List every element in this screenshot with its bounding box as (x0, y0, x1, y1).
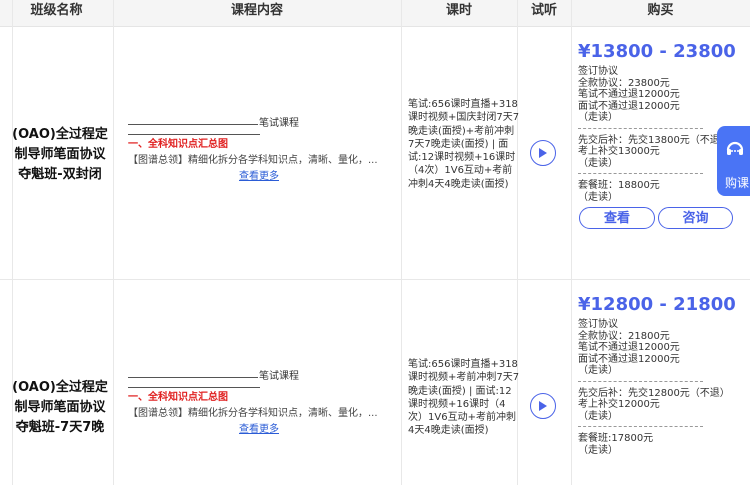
buy-actions: 查看 咨询 (578, 207, 750, 231)
content-heading: 一、全科知识点汇总图 (128, 139, 228, 150)
buy-text: 签订协议 (578, 66, 618, 77)
header-buy: 购买 (647, 3, 674, 18)
divider-line (128, 387, 260, 388)
class-name-line: 制导师笔面协议 (14, 147, 106, 162)
course-hours: 笔试:656课时直播+318课时视频+国庆封闭7天7晚走读(面授)+考前冲刺7天… (408, 99, 520, 190)
dashed-divider (578, 127, 703, 129)
content-title-row: 笔试课程 (128, 116, 390, 132)
buy-text: （走读） (578, 444, 618, 456)
grid-line (113, 0, 114, 485)
price-range: ¥12800 - 21800 (578, 294, 736, 315)
content-desc: 【图谱总领】精细化拆分各学科知识点，清晰、量化，... (128, 408, 378, 419)
class-name-line: 夺魁班-7天7晚 (15, 420, 105, 435)
buy-text: 面试不通过退12000元 (578, 100, 680, 112)
class-name: (OAO)全过程定 制导师笔面协议 夺魁班-7天7晚 (8, 378, 112, 438)
course-content: 笔试课程 一、全科知识点汇总图 【图谱总领】精细化拆分各学科知识点，清晰、量化，… (128, 116, 390, 185)
buy-text: 先交后补：先交12800元（不退） (578, 387, 730, 399)
course-hours: 笔试:656课时直播+318课时视频+考前冲刺7天7晚走读(面授) | 面试:1… (408, 359, 520, 437)
dashed-divider (578, 173, 703, 174)
headset-icon (726, 141, 744, 155)
divider-line (128, 124, 258, 125)
class-name-line: (OAO)全过程定 (12, 127, 108, 142)
buy-text: 全款协议：23800元 (578, 77, 670, 89)
buy-text: 全款协议：21800元 (578, 330, 670, 342)
header-hours: 课时 (445, 3, 472, 18)
buy-text: 签订协议 (578, 319, 618, 330)
buy-panel: ¥12800 - 21800 签订协议 全款协议：21800元 笔试不通过退12… (578, 294, 750, 456)
view-more-link[interactable]: 查看更多 (239, 424, 279, 435)
buy-text: 考上补交12000元 (578, 399, 660, 410)
buy-text: （走读） (578, 112, 618, 123)
buy-text: （走读） (578, 410, 618, 422)
class-name-line: 夺魁班-双封闭 (18, 167, 102, 182)
floating-buy-label: 购课 (725, 176, 750, 190)
header-class-name: 班级名称 (30, 3, 83, 18)
dashed-divider (578, 380, 703, 382)
play-trial-button[interactable] (530, 140, 556, 166)
class-name-line: (OAO)全过程定 (12, 380, 108, 395)
grid-line (401, 0, 402, 485)
buy-text: 笔试不通过退12000元 (578, 342, 680, 353)
content-title: 笔试课程 (259, 371, 299, 382)
buy-text: 套餐班:17800元 (578, 433, 654, 444)
view-button[interactable]: 查看 (579, 207, 655, 229)
consult-button[interactable]: 咨询 (658, 207, 733, 229)
grid-line (571, 0, 572, 485)
price-range: ¥13800 - 23800 (578, 41, 736, 62)
content-heading: 一、全科知识点汇总图 (128, 392, 228, 403)
header-trial: 试听 (530, 3, 557, 18)
header-content: 课程内容 (230, 3, 283, 18)
course-content: 笔试课程 一、全科知识点汇总图 【图谱总领】精细化拆分各学科知识点，清晰、量化，… (128, 369, 390, 438)
content-title: 笔试课程 (259, 118, 299, 129)
buy-text: 面试不通过退12000元 (578, 353, 680, 365)
content-desc: 【图谱总领】精细化拆分各学科知识点，清晰、量化，... (128, 155, 378, 166)
divider-line (128, 377, 258, 378)
dashed-divider (578, 426, 703, 427)
play-trial-button[interactable] (530, 393, 556, 419)
buy-text: 笔试不通过退12000元 (578, 89, 680, 100)
content-title-row: 笔试课程 (128, 369, 390, 385)
divider-line (128, 134, 260, 135)
class-name: (OAO)全过程定 制导师笔面协议 夺魁班-双封闭 (8, 125, 112, 185)
course-table: 班级名称 课程内容 课时 试听 购买 (OAO)全过程定 制导师笔面协议 夺魁班… (0, 0, 750, 485)
floating-buy-widget[interactable]: 购课 (717, 126, 750, 196)
row-divider (0, 279, 750, 280)
class-name-line: 制导师笔面协议 (14, 400, 106, 415)
play-icon (539, 401, 547, 411)
view-more-link[interactable]: 查看更多 (239, 171, 279, 182)
buy-text: （走读） (578, 365, 618, 376)
play-icon (539, 148, 547, 158)
